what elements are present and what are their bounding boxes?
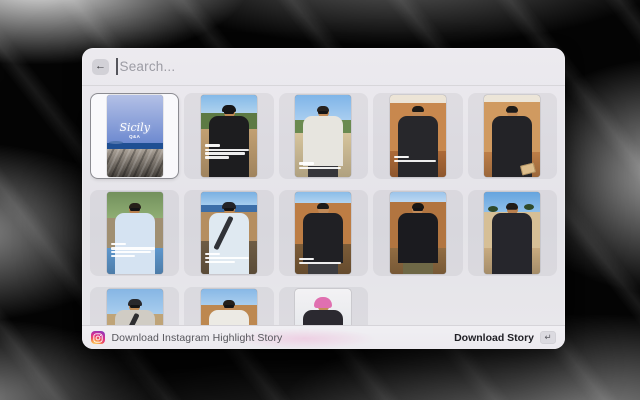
sunglasses-icon — [224, 208, 234, 211]
story-indoor-warm-1[interactable] — [373, 93, 462, 179]
download-story-label: Download Story — [454, 332, 534, 344]
scene-sky — [295, 192, 351, 203]
person-shirt — [303, 116, 343, 166]
story-thumbnail-image — [390, 192, 446, 274]
story-blue-shirt-garden[interactable] — [90, 190, 179, 276]
story-desert-sea-strap[interactable] — [184, 190, 273, 276]
person-shirt — [398, 213, 438, 263]
caption-text-line — [205, 261, 235, 263]
instagram-camera-glyph — [93, 333, 103, 343]
pink-bucket-hat — [314, 297, 332, 308]
caption-label-line — [299, 162, 314, 165]
search-input[interactable]: Search... — [120, 59, 176, 74]
story-thumbnail-image — [484, 95, 540, 177]
story-coastal-path[interactable] — [184, 93, 273, 179]
person-hair — [317, 203, 329, 209]
caption-text-line — [111, 255, 135, 257]
story-thumbnail-image — [390, 95, 446, 177]
instagram-icon — [91, 331, 105, 345]
back-arrow-icon: ← — [95, 61, 106, 72]
story-thumbnail-image — [201, 289, 257, 325]
sunglasses-icon — [413, 208, 423, 211]
command-title: Download Instagram Highlight Story — [112, 332, 283, 344]
caption-sticker — [299, 162, 346, 170]
caption-text-line — [299, 167, 341, 169]
sunglasses-icon — [224, 111, 234, 114]
footer-bar: Download Instagram Highlight Story Downl… — [82, 325, 565, 349]
caption-sticker — [111, 243, 158, 259]
story-white-tee-garden[interactable] — [279, 93, 368, 179]
caption-label-line — [205, 144, 220, 147]
caption-label-line — [299, 258, 314, 261]
caption-label-line — [394, 156, 409, 159]
caption-sticker — [394, 156, 441, 164]
sunglasses-icon — [130, 305, 140, 308]
person-shirt — [398, 116, 438, 177]
download-story-action[interactable]: Download Story ↵ — [454, 331, 556, 344]
story-canyon-sunglasses[interactable] — [373, 190, 462, 276]
sunglasses-icon — [224, 305, 234, 308]
story-thumbnail-image: SicilyQ&A — [107, 95, 163, 177]
caption-label-line — [111, 243, 126, 246]
island-silhouette — [109, 141, 123, 144]
caption-sticker — [205, 144, 252, 160]
story-thumbnail-image — [107, 192, 163, 274]
caption-sticker — [299, 258, 346, 266]
story-thumbnail-image — [295, 289, 351, 325]
caption-text-line — [205, 152, 245, 154]
story-canyon-black-tee[interactable] — [279, 190, 368, 276]
story-thumbnail-image — [201, 95, 257, 177]
scene-sky — [390, 95, 446, 103]
story-thumbnail-image — [484, 192, 540, 274]
caption-text-line — [205, 156, 229, 158]
scene-sky — [390, 192, 446, 202]
enter-glyph: ↵ — [544, 333, 551, 342]
story-thumbnail-image — [201, 192, 257, 274]
story-desert-town-cut[interactable] — [90, 287, 179, 325]
caption-text-line — [299, 262, 341, 264]
caption-text-line — [205, 257, 249, 259]
search-bar: ← Search... — [82, 48, 565, 86]
caption-sticker — [205, 253, 252, 265]
caption-label-line — [205, 253, 220, 256]
caption-text-line — [394, 160, 436, 162]
story-grid: SicilyQ&A — [90, 93, 557, 325]
cover-title-text: Sicily — [107, 121, 163, 134]
story-indoor-warm-envelope[interactable] — [468, 93, 557, 179]
launcher-window: ← Search... SicilyQ&A Download Instagram… — [82, 48, 565, 349]
caption-text-line — [111, 247, 155, 249]
person-pants — [403, 263, 433, 274]
story-cover-sicily[interactable]: SicilyQ&A — [90, 93, 179, 179]
text-caret — [116, 58, 118, 75]
story-fortress-white-tee-cut[interactable] — [184, 287, 273, 325]
person-shirt — [303, 310, 343, 325]
cover-rocks — [107, 149, 163, 177]
enter-key-icon: ↵ — [540, 331, 556, 344]
person-shirt — [303, 213, 343, 263]
back-button[interactable]: ← — [92, 59, 109, 75]
caption-text-line — [205, 149, 249, 151]
story-thumbnail-image — [295, 95, 351, 177]
caption-text-line — [111, 251, 151, 253]
story-beach-palms[interactable] — [468, 190, 557, 276]
person-shirt — [209, 310, 249, 325]
story-pink-hat-cut[interactable] — [279, 287, 368, 325]
sunglasses-icon — [318, 111, 328, 114]
story-thumbnail-image — [295, 192, 351, 274]
person-hair — [412, 106, 424, 112]
person-shirt — [492, 213, 532, 274]
story-thumbnail-image — [107, 289, 163, 325]
cover-subtitle-text: Q&A — [107, 134, 163, 139]
sunglasses-icon — [130, 208, 140, 211]
